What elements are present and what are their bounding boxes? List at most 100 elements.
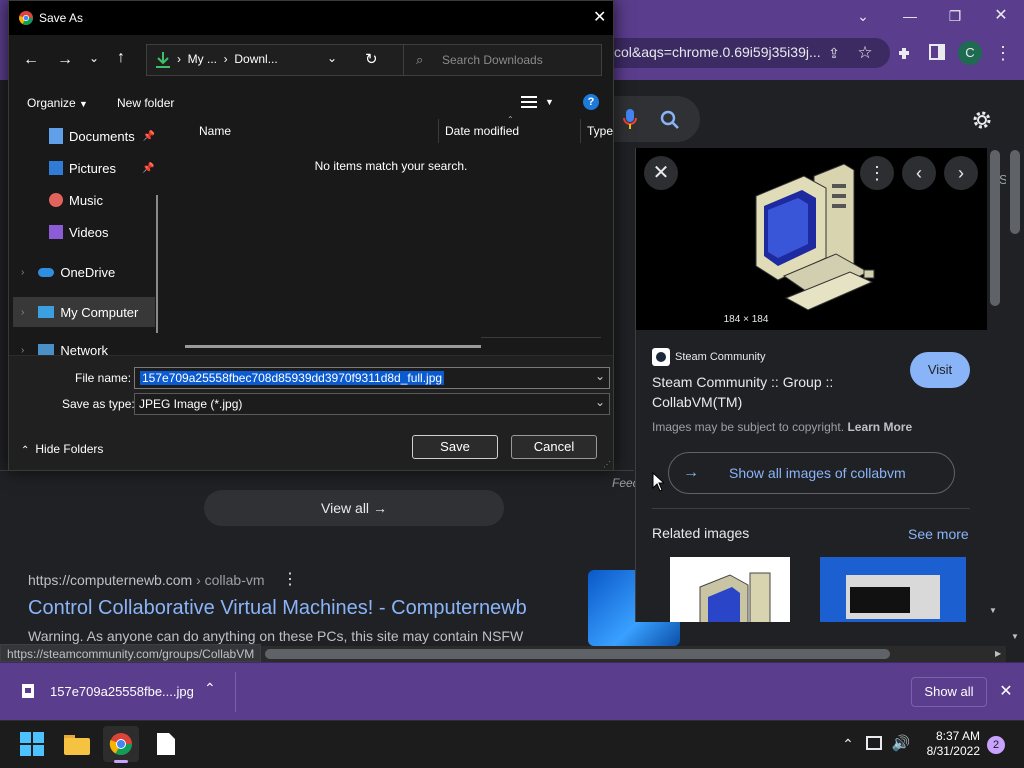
view-all-button[interactable]: View all → — [204, 490, 504, 526]
column-type[interactable]: Type — [587, 124, 613, 138]
file-icon — [22, 684, 34, 698]
column-name[interactable]: Name — [199, 124, 231, 138]
nav-item-documents[interactable]: Documents 📌 — [9, 121, 159, 151]
related-image-2[interactable] — [820, 557, 966, 622]
panel-scrollbar[interactable] — [990, 150, 1000, 306]
forward-arrow-icon[interactable]: → — [57, 51, 73, 69]
file-name-input[interactable]: 157e709a25558fbec708d85939dd3970f9311d8d… — [134, 367, 610, 389]
column-divider[interactable] — [580, 119, 581, 143]
side-panel-icon[interactable] — [929, 44, 945, 60]
up-arrow-icon[interactable]: ↑ — [117, 49, 125, 67]
notepad-icon[interactable] — [148, 726, 184, 762]
panel-scroll-down-icon[interactable]: ▼ — [989, 606, 997, 615]
extensions-icon[interactable] — [897, 45, 913, 61]
expand-chevron-icon[interactable]: › — [21, 345, 24, 356]
show-all-downloads-button[interactable]: Show all — [911, 677, 987, 707]
visit-button[interactable]: Visit — [910, 352, 970, 388]
save-as-type-dropdown-icon[interactable]: ⌄ — [595, 395, 605, 409]
search-icon[interactable] — [660, 110, 680, 130]
nav-item-pictures[interactable]: Pictures 📌 — [9, 153, 159, 183]
address-path-box[interactable]: › My ... › Downl... ⌄ ↻ — [146, 44, 405, 76]
learn-more-link[interactable]: Learn More — [847, 420, 912, 434]
download-chevron-up-icon[interactable]: ⌃ — [204, 680, 216, 697]
related-image-1[interactable] — [670, 557, 790, 622]
tray-chevron-up-icon[interactable]: ⌃ — [836, 732, 860, 756]
save-button[interactable]: Save — [412, 435, 498, 459]
pin-icon[interactable]: 📌 — [143, 131, 155, 142]
resize-grip-icon[interactable]: ⋰ — [603, 460, 611, 469]
scroll-down-icon[interactable]: ▼ — [1011, 632, 1019, 641]
scroll-right-icon[interactable]: ▶ — [995, 649, 1001, 658]
file-name-dropdown-icon[interactable]: ⌄ — [595, 369, 605, 383]
minimize-icon[interactable]: — — [898, 4, 922, 28]
close-panel-icon[interactable]: ✕ — [644, 156, 678, 190]
mic-icon[interactable] — [622, 108, 638, 130]
settings-gear-icon[interactable] — [971, 109, 993, 131]
hide-folders-toggle[interactable]: ⌃ Hide Folders — [21, 442, 103, 456]
download-item[interactable]: 157e709a25558fbe....jpg ⌃ — [0, 672, 236, 712]
view-options-icon[interactable] — [521, 95, 537, 109]
dialog-footer: File name: 157e709a25558fbec708d85939dd3… — [9, 355, 613, 470]
previous-image-icon[interactable]: ‹ — [902, 156, 936, 190]
result-url[interactable]: https://computernewb.com › collab-vm — [28, 572, 265, 588]
restore-icon[interactable]: ❐ — [943, 4, 967, 28]
show-all-images-button[interactable]: → Show all images of collabvm — [668, 452, 955, 494]
page-scrollbar-thumb[interactable] — [1010, 150, 1020, 234]
nav-scrollbar[interactable] — [156, 195, 158, 333]
preview-image[interactable]: ✕ ⋮ ‹ › 184 × 184 — [636, 148, 987, 330]
sort-chevron-icon: ⌃ — [507, 115, 514, 124]
menu-icon[interactable]: ⋮ — [991, 41, 1015, 65]
volume-icon[interactable]: 🔊 — [889, 732, 913, 756]
refresh-icon[interactable]: ↻ — [365, 50, 378, 68]
network-icon[interactable] — [866, 736, 882, 750]
file-explorer-icon[interactable] — [59, 726, 95, 762]
image-title[interactable]: Steam Community :: Group :: CollabVM(TM) — [652, 372, 892, 412]
recent-locations-chevron-icon[interactable]: ⌄ — [89, 51, 99, 65]
nav-item-music[interactable]: Music — [9, 185, 159, 215]
more-options-icon[interactable]: ⋮ — [860, 156, 894, 190]
close-window-icon[interactable]: ✕ — [989, 4, 1013, 28]
nav-item-onedrive[interactable]: › OneDrive — [9, 257, 159, 287]
new-folder-button[interactable]: New folder — [117, 96, 174, 110]
help-icon[interactable]: ? — [583, 94, 599, 110]
chrome-taskbar-icon[interactable] — [103, 726, 139, 762]
search-downloads-box[interactable]: ⌕ Search Downloads — [403, 44, 602, 76]
result-title-link[interactable]: Control Collaborative Virtual Machines! … — [28, 597, 527, 620]
horizontal-scrollbar-thumb[interactable] — [265, 649, 890, 659]
start-windows-icon[interactable] — [14, 726, 50, 762]
breadcrumb-my-computer[interactable]: My ... — [188, 52, 217, 66]
dialog-title: Save As — [39, 11, 84, 25]
source-name[interactable]: Steam Community — [675, 351, 765, 363]
close-download-bar-icon[interactable]: ✕ — [994, 680, 1018, 704]
path-dropdown-chevron-icon[interactable]: ⌄ — [327, 51, 337, 65]
music-icon — [49, 193, 63, 207]
breadcrumb-downloads[interactable]: Downl... — [234, 52, 277, 66]
organize-menu[interactable]: Organize ▼ — [27, 96, 88, 110]
see-more-link[interactable]: See more — [908, 526, 969, 542]
column-divider[interactable] — [438, 119, 439, 143]
back-arrow-icon[interactable]: ← — [23, 51, 39, 69]
next-image-icon[interactable]: › — [944, 156, 978, 190]
share-icon[interactable]: ⇪ — [822, 41, 846, 65]
clock[interactable]: 8:37 AM 8/31/2022 — [918, 729, 980, 759]
nav-item-videos[interactable]: Videos — [9, 217, 159, 247]
expand-chevron-icon[interactable]: › — [21, 267, 24, 278]
save-as-type-value: JPEG Image (*.jpg) — [139, 397, 243, 411]
dialog-titlebar[interactable]: Save As ✕ — [9, 1, 613, 35]
dialog-close-icon[interactable]: ✕ — [593, 7, 606, 27]
nav-item-my-computer[interactable]: › My Computer — [13, 297, 155, 327]
tab-search-icon[interactable]: ⌄ — [851, 4, 875, 28]
file-pane-hscrollbar[interactable] — [185, 345, 481, 348]
pin-icon[interactable]: 📌 — [142, 163, 154, 174]
result-snippet: Warning. As anyone can do anything on th… — [28, 628, 524, 644]
profile-avatar[interactable]: C — [958, 41, 982, 65]
result-menu-icon[interactable]: ⋮ — [278, 568, 302, 592]
save-as-type-select[interactable]: JPEG Image (*.jpg) ⌄ — [134, 393, 610, 415]
nav-item-network[interactable]: › Network — [9, 335, 159, 355]
notification-badge[interactable]: 2 — [987, 736, 1005, 754]
cancel-button[interactable]: Cancel — [511, 435, 597, 459]
bookmark-star-icon[interactable]: ☆ — [853, 41, 877, 65]
column-date-modified[interactable]: Date modified — [445, 124, 519, 138]
expand-chevron-icon[interactable]: › — [21, 307, 24, 318]
view-dropdown-icon[interactable]: ▼ — [545, 97, 554, 107]
